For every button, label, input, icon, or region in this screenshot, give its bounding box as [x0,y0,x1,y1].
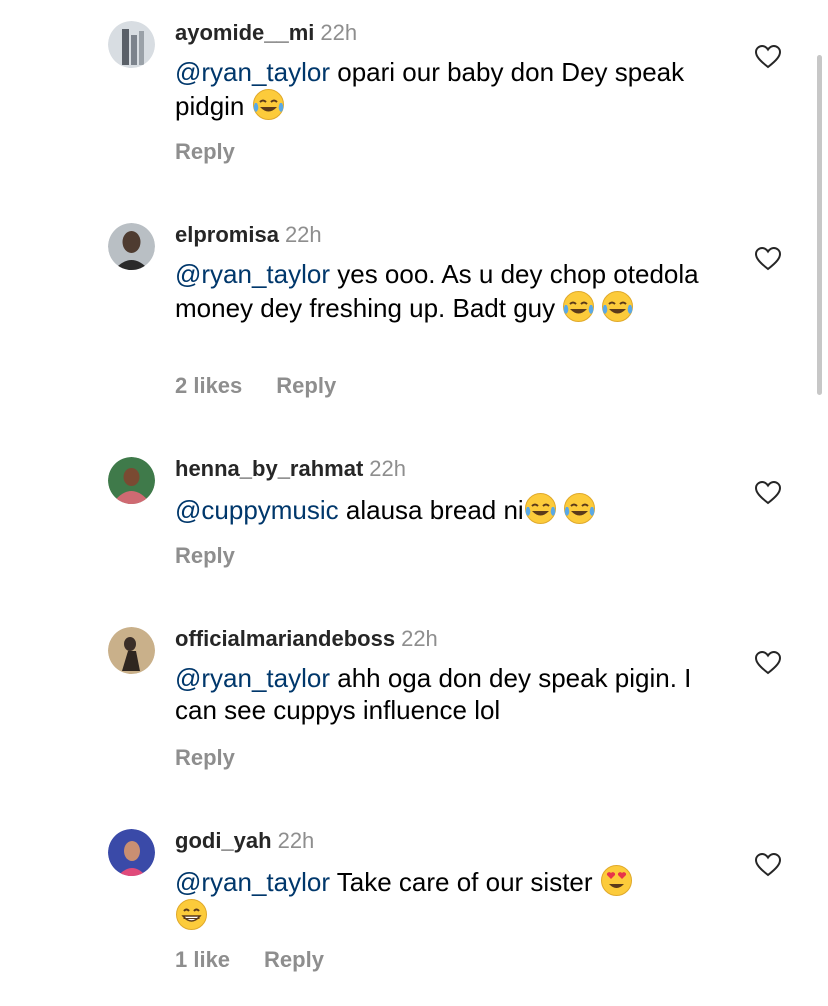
comment-text: @cuppymusic alausa bread ni [175,492,735,526]
reply-button[interactable]: Reply [175,139,235,164]
heart-outline-icon[interactable] [755,853,781,877]
comment-actions: 1 like Reply [175,946,324,974]
scrollbar[interactable] [817,55,822,395]
username[interactable]: godi_yah [175,828,272,853]
mention-link[interactable]: @ryan_taylor [175,57,330,87]
timestamp: 22h [401,626,438,651]
face-with-tears-of-joy-icon [563,492,596,525]
username[interactable]: ayomide__mi [175,20,314,45]
mention-link[interactable]: @ryan_taylor [175,867,330,897]
mention-link[interactable]: @ryan_taylor [175,259,330,289]
username[interactable]: henna_by_rahmat [175,456,363,481]
comment-meta: henna_by_rahmat 22h [175,455,406,483]
timestamp: 22h [369,456,407,481]
beaming-face-icon [175,898,208,931]
comment-body: alausa bread ni [338,495,524,525]
comment-meta: officialmariandeboss 22h [175,625,438,653]
comment-body: Take care of our sister [330,867,600,897]
timestamp: 22h [284,222,322,247]
face-with-tears-of-joy-icon [524,492,557,525]
comment-actions: Reply [175,542,235,570]
smiling-face-with-heart-eyes-icon [600,864,633,897]
mention-link[interactable]: @ryan_taylor [175,663,330,693]
avatar[interactable] [108,627,155,674]
comment-text: @ryan_taylor opari our baby don Dey spea… [175,56,735,122]
timestamp: 22h [277,828,315,853]
comment-meta: godi_yah 22h [175,827,314,855]
comment-actions: Reply [175,138,235,166]
avatar[interactable] [108,457,155,504]
username[interactable]: elpromisa [175,222,279,247]
likes-count[interactable]: 2 likes [175,373,242,398]
avatar[interactable] [108,223,155,270]
reply-button[interactable]: Reply [264,947,324,972]
face-with-tears-of-joy-icon [252,88,285,121]
comment-meta: elpromisa 22h [175,221,322,249]
heart-outline-icon[interactable] [755,651,781,675]
timestamp: 22h [320,20,358,45]
comment-text: @ryan_taylor yes ooo. As u dey chop oted… [175,258,735,324]
username[interactable]: officialmariandeboss [175,626,395,651]
heart-outline-icon[interactable] [755,247,781,271]
heart-outline-icon[interactable] [755,481,781,505]
comment-meta: ayomide__mi 22h [175,19,357,47]
face-with-tears-of-joy-icon [562,290,595,323]
reply-button[interactable]: Reply [276,373,336,398]
comment-actions: 2 likes Reply [175,372,336,400]
comment-text: @ryan_taylor Take care of our sister [175,864,735,932]
comment-actions: Reply [175,744,235,772]
likes-count[interactable]: 1 like [175,947,230,972]
reply-button[interactable]: Reply [175,745,235,770]
avatar[interactable] [108,21,155,68]
avatar[interactable] [108,829,155,876]
comment-text: @ryan_taylor ahh oga don dey speak pigin… [175,662,735,726]
face-with-tears-of-joy-icon [601,290,634,323]
mention-link[interactable]: @cuppymusic [175,495,339,525]
heart-outline-icon[interactable] [755,45,781,69]
reply-button[interactable]: Reply [175,543,235,568]
